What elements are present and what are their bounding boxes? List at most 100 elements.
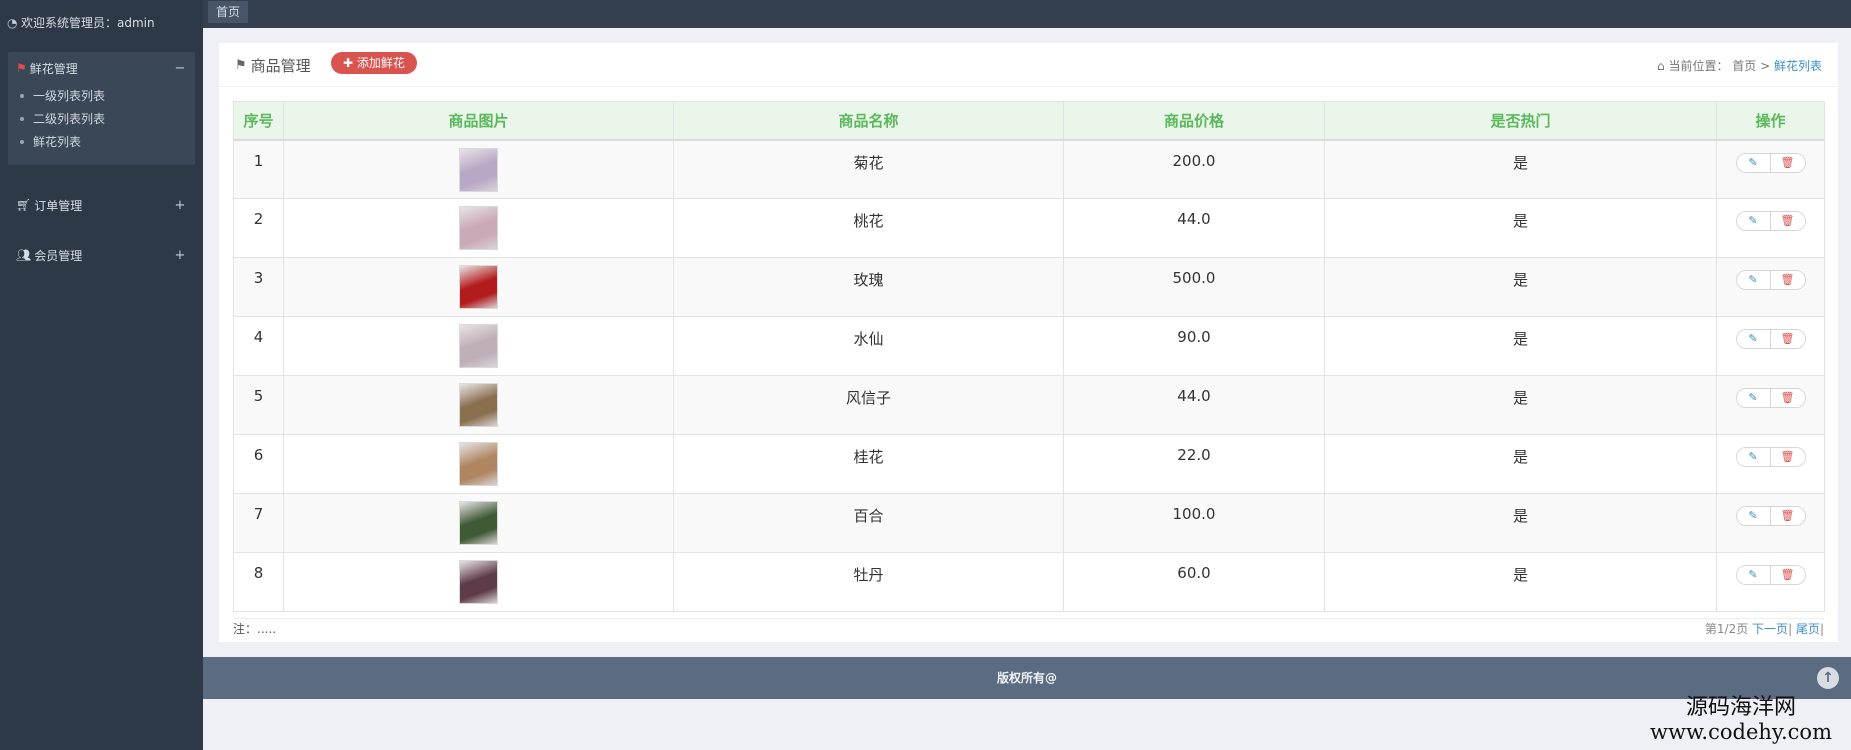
bullet-icon — [20, 93, 24, 98]
expand-icon[interactable]: + — [173, 198, 187, 213]
cell-hot: 是 — [1324, 257, 1717, 317]
cell-price: 100.0 — [1063, 493, 1325, 553]
flower-thumbnail[interactable] — [459, 324, 498, 368]
flag-icon: ⚑ — [235, 58, 247, 73]
col-header-price: 商品价格 — [1063, 101, 1325, 141]
breadcrumb-prefix: 当前位置： — [1668, 59, 1729, 73]
edit-button[interactable]: ✎ — [1736, 389, 1771, 407]
edit-button[interactable]: ✎ — [1736, 330, 1771, 348]
last-page-link[interactable]: 尾页 — [1796, 622, 1820, 636]
menu-group-members: 👥︎ 会员管理 + — [8, 239, 195, 271]
watermark: 源码海洋网 www.codehy.com — [1631, 695, 1851, 745]
breadcrumb-home[interactable]: 首页 — [1732, 59, 1756, 73]
copyright-text: 版权所有@ — [996, 671, 1057, 685]
note-text: 注：..... — [233, 622, 277, 636]
tab-home[interactable]: 首页 — [208, 1, 249, 23]
flower-thumbnail[interactable] — [459, 501, 498, 545]
cell-actions: ✎ 🗑︎ — [1716, 316, 1825, 376]
plus-icon: ✚ — [343, 56, 354, 70]
menu-item-flower-list[interactable]: 鲜花列表 — [20, 130, 195, 153]
edit-button[interactable]: ✎ — [1736, 153, 1771, 172]
menu-label-orders: 订单管理 — [34, 198, 83, 213]
cell-hot: 是 — [1324, 198, 1717, 258]
table-footer: 注：..... 第1/2页 下一页| 尾页| — [233, 618, 1824, 638]
delete-button[interactable]: 🗑︎ — [1770, 507, 1805, 525]
menu-head-orders[interactable]: 🛒︎ 订单管理 + — [8, 189, 195, 221]
edit-icon: ✎ — [1748, 155, 1758, 169]
flower-thumbnail[interactable] — [459, 560, 498, 604]
col-header-actions: 操作 — [1716, 101, 1825, 141]
cell-id: 6 — [233, 434, 284, 494]
arrow-up-icon: ↑ — [1822, 670, 1834, 686]
delete-button[interactable]: 🗑︎ — [1770, 330, 1805, 348]
cell-id: 2 — [233, 198, 284, 258]
menu-item-label: 一级列表列表 — [33, 89, 106, 103]
cell-hot: 是 — [1324, 375, 1717, 435]
page-info: 第1/2页 — [1704, 622, 1753, 636]
cell-image — [283, 139, 674, 199]
watermark-cn: 源码海洋网 — [1685, 695, 1796, 720]
menu-group-orders: 🛒︎ 订单管理 + — [8, 189, 195, 221]
breadcrumb-current[interactable]: 鲜花列表 — [1774, 59, 1822, 73]
footer: 版权所有@ ↑ — [203, 657, 1851, 699]
next-page-link[interactable]: 下一页 — [1752, 622, 1788, 636]
delete-button[interactable]: 🗑︎ — [1770, 389, 1805, 407]
cell-id: 3 — [233, 257, 284, 317]
delete-button[interactable]: 🗑︎ — [1770, 566, 1805, 584]
delete-button[interactable]: 🗑︎ — [1770, 448, 1805, 466]
cell-image — [283, 434, 674, 494]
delete-button[interactable]: 🗑︎ — [1770, 153, 1805, 172]
cell-image — [283, 257, 674, 317]
trash-icon: 🗑︎ — [1780, 509, 1795, 522]
cell-price: 200.0 — [1063, 139, 1325, 199]
welcome-bar: ◔ 欢迎系统管理员：admin — [0, 0, 203, 45]
flower-thumbnail[interactable] — [459, 383, 498, 427]
edit-button[interactable]: ✎ — [1736, 212, 1771, 230]
delete-button[interactable]: 🗑︎ — [1770, 271, 1805, 289]
bullet-icon — [20, 139, 24, 144]
flower-thumbnail[interactable] — [459, 265, 498, 309]
col-header-image: 商品图片 — [283, 101, 674, 141]
cell-name: 菊花 — [673, 139, 1064, 199]
cell-price: 22.0 — [1063, 434, 1325, 494]
menu-item-label: 二级列表列表 — [33, 112, 106, 126]
trash-icon: 🗑︎ — [1780, 332, 1795, 345]
flower-thumbnail[interactable] — [459, 442, 498, 486]
table-row: 8 牡丹 60.0 是 ✎ 🗑︎ — [233, 552, 1825, 612]
edit-button[interactable]: ✎ — [1736, 507, 1771, 525]
delete-button[interactable]: 🗑︎ — [1770, 212, 1805, 230]
menu-label-members: 会员管理 — [34, 248, 83, 263]
table-row: 7 百合 100.0 是 ✎ 🗑︎ — [233, 493, 1825, 553]
top-bar: 首页 — [203, 0, 1851, 28]
table-row: 3 玫瑰 500.0 是 ✎ 🗑︎ — [233, 257, 1825, 317]
collapse-icon[interactable]: − — [173, 61, 187, 76]
sidebar: ◔ 欢迎系统管理员：admin ⚑ 鲜花管理 − 一级列表列表 二级列表列表 鲜花列… — [0, 0, 203, 750]
table-header-row: 序号 商品图片 商品名称 商品价格 是否热门 操作 — [233, 101, 1825, 141]
menu-head-flowers[interactable]: ⚑ 鲜花管理 − — [8, 52, 195, 84]
edit-button[interactable]: ✎ — [1736, 448, 1771, 466]
flower-thumbnail[interactable] — [459, 147, 498, 192]
add-flower-button[interactable]: ✚ 添加鲜花 — [331, 52, 417, 74]
breadcrumb-sep: > — [1756, 59, 1774, 73]
cell-actions: ✎ 🗑︎ — [1716, 375, 1825, 435]
edit-button[interactable]: ✎ — [1736, 566, 1771, 584]
table-row: 4 水仙 90.0 是 ✎ 🗑︎ — [233, 316, 1825, 376]
users-icon: 👥︎ — [16, 248, 32, 262]
flower-table: 序号 商品图片 商品名称 商品价格 是否热门 操作 1 菊花 200.0 是 ✎ 🗑︎ 2 桃… — [233, 101, 1825, 612]
menu-head-members[interactable]: 👥︎ 会员管理 + — [8, 239, 195, 271]
cell-image — [283, 316, 674, 376]
menu-item-level1-list[interactable]: 一级列表列表 — [20, 84, 195, 107]
row-actions: ✎ 🗑︎ — [1735, 329, 1806, 349]
flower-thumbnail[interactable] — [459, 206, 498, 250]
cell-name: 水仙 — [673, 316, 1064, 376]
expand-icon[interactable]: + — [173, 248, 187, 263]
menu-item-level2-list[interactable]: 二级列表列表 — [20, 107, 195, 130]
back-to-top-button[interactable]: ↑ — [1817, 667, 1839, 689]
menu-group-flowers: ⚑ 鲜花管理 − 一级列表列表 二级列表列表 鲜花列表 — [8, 52, 195, 165]
col-header-name: 商品名称 — [673, 101, 1064, 141]
cell-id: 4 — [233, 316, 284, 376]
edit-icon: ✎ — [1748, 273, 1758, 286]
edit-button[interactable]: ✎ — [1736, 271, 1771, 289]
row-actions: ✎ 🗑︎ — [1735, 565, 1806, 585]
page-title: ⚑ 商品管理 — [235, 55, 311, 76]
